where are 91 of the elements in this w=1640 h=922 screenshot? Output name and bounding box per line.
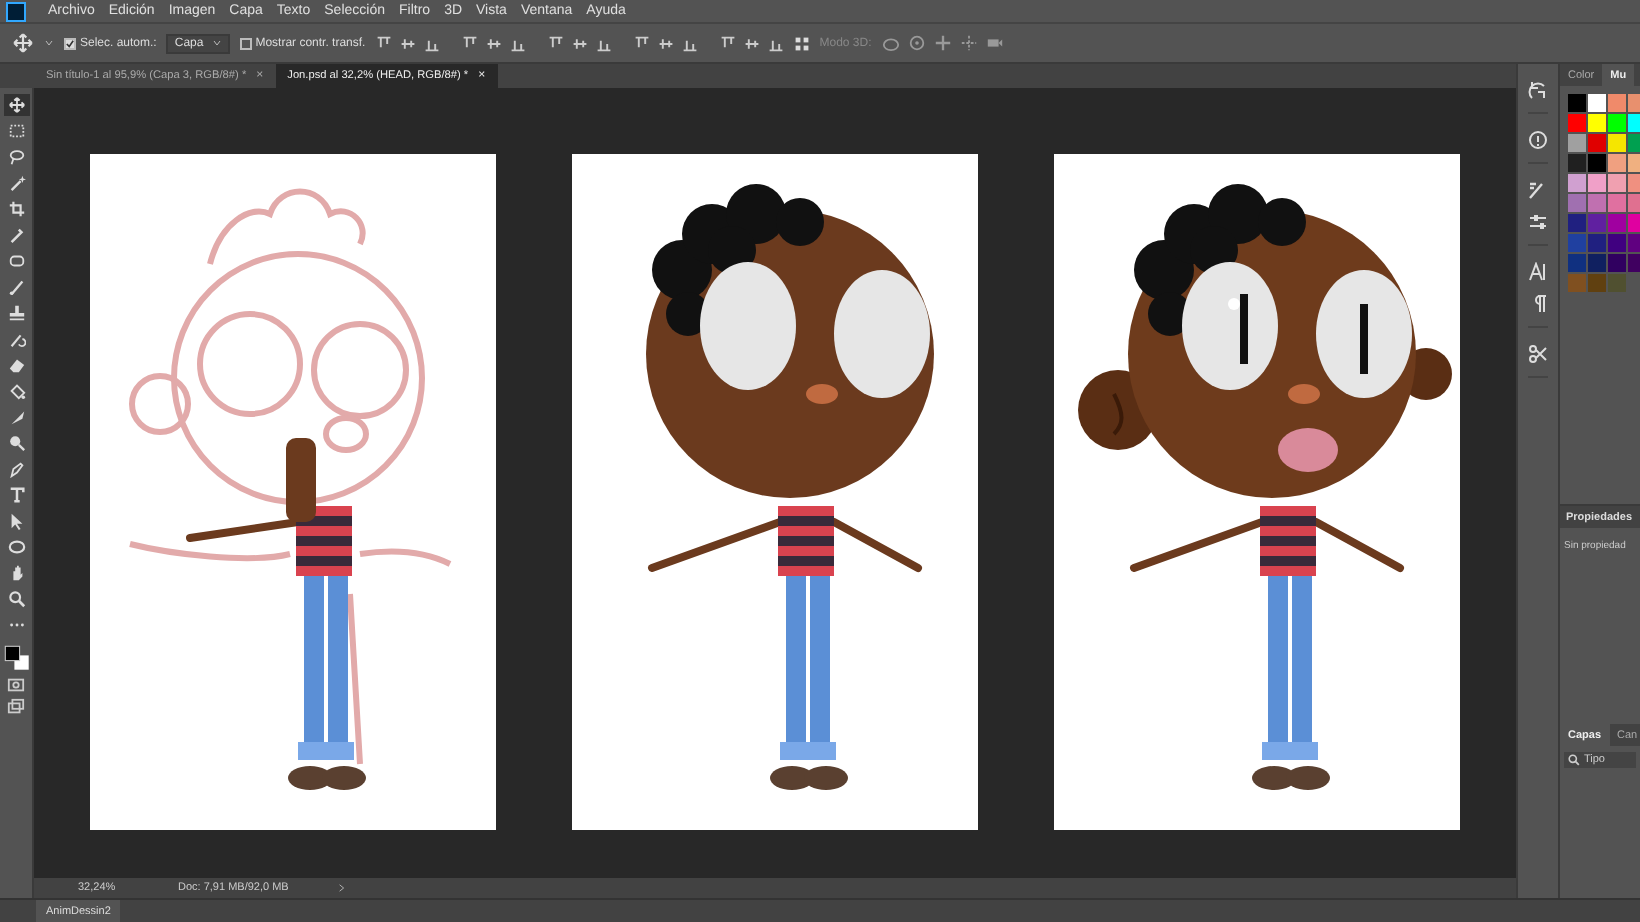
color-swatches-icon[interactable] xyxy=(3,644,29,672)
align-icon[interactable] xyxy=(461,35,478,51)
slide-3d-icon[interactable] xyxy=(959,34,978,52)
color-swatch[interactable] xyxy=(1608,94,1626,112)
paint-bucket-icon xyxy=(7,382,25,400)
align-icon[interactable] xyxy=(633,35,650,51)
info-icon[interactable] xyxy=(1528,130,1548,150)
color-swatch[interactable] xyxy=(1608,134,1626,152)
camera-icon[interactable] xyxy=(985,34,1004,52)
pointer-icon xyxy=(7,512,25,530)
character-icon[interactable] xyxy=(1528,262,1548,282)
pan-3d-icon[interactable] xyxy=(933,34,952,52)
color-swatch[interactable] xyxy=(1588,194,1606,212)
align-icon[interactable] xyxy=(743,35,760,51)
pen-icon xyxy=(7,460,25,478)
color-swatch[interactable] xyxy=(1608,214,1626,232)
wand-icon xyxy=(7,174,25,192)
brush-icon xyxy=(7,278,25,296)
tool-button[interactable] xyxy=(3,588,29,610)
stamp-icon xyxy=(7,304,25,322)
history-icon[interactable] xyxy=(1528,80,1548,100)
align-icon[interactable] xyxy=(657,35,674,51)
move-icon xyxy=(7,96,25,114)
align-icon[interactable] xyxy=(509,35,526,51)
color-swatch[interactable] xyxy=(1588,134,1606,152)
color-swatch[interactable] xyxy=(1568,134,1586,152)
patch-icon xyxy=(7,252,25,270)
color-swatch[interactable] xyxy=(1608,234,1626,252)
color-swatch[interactable] xyxy=(1588,214,1606,232)
color-swatch[interactable] xyxy=(1608,274,1626,292)
adjustments-icon[interactable] xyxy=(1528,212,1548,232)
color-swatch[interactable] xyxy=(1588,94,1606,112)
color-swatch[interactable] xyxy=(1588,234,1606,252)
checkbox[interactable] xyxy=(64,37,76,49)
align-icon[interactable] xyxy=(547,35,564,51)
chevron-right-icon[interactable] xyxy=(338,882,346,894)
ellipse-icon xyxy=(7,538,25,556)
app-logo-icon xyxy=(6,1,26,21)
tool-button[interactable] xyxy=(3,536,29,558)
search-icon xyxy=(1568,754,1580,766)
color-swatch[interactable] xyxy=(1568,194,1586,212)
color-swatch[interactable] xyxy=(1608,254,1626,272)
lasso-icon xyxy=(7,148,25,166)
align-icon[interactable] xyxy=(681,35,698,51)
color-swatch[interactable] xyxy=(1568,214,1586,232)
color-swatch[interactable] xyxy=(1568,114,1586,132)
align-icon[interactable] xyxy=(423,35,440,51)
hand-icon xyxy=(7,564,25,582)
color-swatch[interactable] xyxy=(1568,154,1586,172)
color-swatch[interactable] xyxy=(1588,114,1606,132)
zoom-icon xyxy=(7,590,25,608)
roll-3d-icon[interactable] xyxy=(907,34,926,52)
align-icon[interactable] xyxy=(375,35,392,51)
eyedropper-icon xyxy=(7,226,25,244)
color-swatch[interactable] xyxy=(1568,254,1586,272)
color-swatch[interactable] xyxy=(1568,274,1586,292)
align-icon[interactable] xyxy=(485,35,502,51)
history-brush-icon xyxy=(7,330,25,348)
color-swatch[interactable] xyxy=(1608,174,1626,192)
eraser-icon xyxy=(7,356,25,374)
quick-mask-icon[interactable] xyxy=(6,676,26,694)
color-swatch[interactable] xyxy=(1608,154,1626,172)
align-icon[interactable] xyxy=(399,35,416,51)
align-icon[interactable] xyxy=(767,35,784,51)
screen-mode-icon[interactable] xyxy=(6,698,26,716)
brush-settings-icon[interactable] xyxy=(1528,180,1548,200)
color-swatch[interactable] xyxy=(1608,194,1626,212)
color-swatch[interactable] xyxy=(1608,114,1626,132)
color-swatch[interactable] xyxy=(1588,154,1606,172)
type-icon xyxy=(7,486,25,504)
color-swatch[interactable] xyxy=(1568,174,1586,192)
orbit-3d-icon[interactable] xyxy=(881,34,900,52)
caret-icon[interactable] xyxy=(44,38,54,48)
align-icon[interactable] xyxy=(595,35,612,51)
move-icon[interactable] xyxy=(12,32,34,54)
align-icon[interactable] xyxy=(719,35,736,51)
caret-icon xyxy=(211,38,222,48)
checkbox[interactable] xyxy=(239,37,252,49)
color-swatch[interactable] xyxy=(1568,234,1586,252)
color-swatch[interactable] xyxy=(1568,94,1586,112)
crop-icon xyxy=(7,200,25,218)
dodge-icon xyxy=(7,434,25,452)
tool-button[interactable] xyxy=(3,94,29,116)
scissors-icon[interactable] xyxy=(1528,344,1548,364)
marquee-icon xyxy=(7,122,25,140)
color-swatch[interactable] xyxy=(1588,174,1606,192)
color-swatch[interactable] xyxy=(1588,274,1606,292)
distribute-icon[interactable] xyxy=(793,35,810,51)
smudge-icon xyxy=(7,408,25,426)
color-swatch[interactable] xyxy=(1588,254,1606,272)
align-icon[interactable] xyxy=(571,35,588,51)
